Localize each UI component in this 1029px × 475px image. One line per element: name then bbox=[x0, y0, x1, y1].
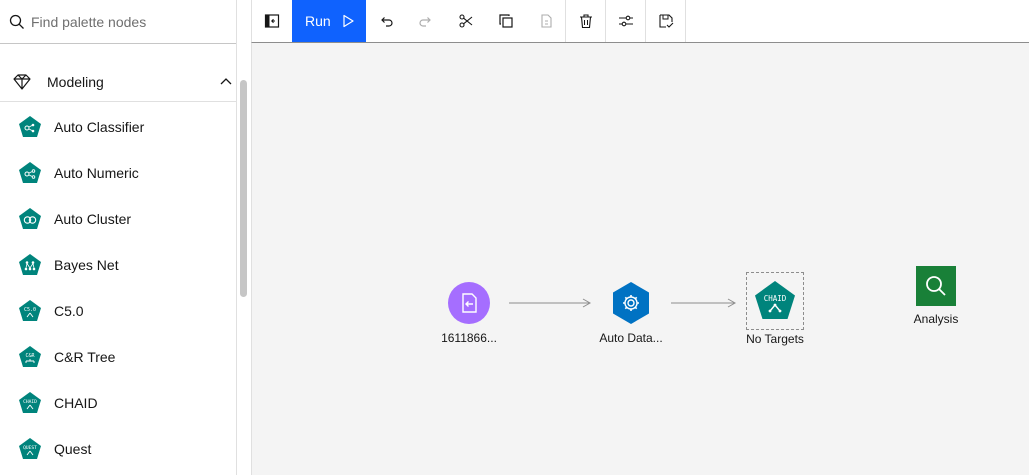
palette-scrollbar[interactable] bbox=[240, 80, 247, 297]
palette-item-quest[interactable]: QUEST Quest bbox=[0, 426, 236, 472]
auto-classifier-icon bbox=[19, 116, 41, 137]
cr-tree-icon: C&R bbox=[19, 346, 41, 367]
category-modeling[interactable]: Modeling bbox=[0, 62, 236, 102]
save-button[interactable] bbox=[646, 0, 686, 42]
undo-icon bbox=[381, 17, 393, 27]
bayes-net-icon bbox=[19, 254, 41, 275]
data-import-icon bbox=[448, 282, 490, 324]
palette-item-label: CHAID bbox=[54, 395, 98, 411]
palette-item-auto-numeric[interactable]: Auto Numeric bbox=[0, 150, 236, 196]
toggle-palette-button[interactable] bbox=[252, 0, 292, 42]
flow-links bbox=[509, 298, 737, 308]
category-label: Modeling bbox=[47, 73, 104, 90]
paste-button[interactable] bbox=[526, 0, 566, 42]
search-divider bbox=[0, 43, 236, 44]
quest-glyph: QUEST bbox=[23, 445, 37, 451]
palette-panel: Modeling Auto Classifier Auto Numeric bbox=[0, 0, 237, 475]
panel-toggle-icon bbox=[264, 14, 280, 28]
chaid-node-icon: CHAID bbox=[755, 281, 795, 319]
canvas-toolbar: Run bbox=[251, 0, 1029, 43]
palette-item-label: Bayes Net bbox=[54, 257, 119, 273]
auto-data-gear-icon bbox=[613, 282, 649, 324]
palette-item-label: C&R Tree bbox=[54, 349, 116, 365]
palette-item-bayes-net[interactable]: Bayes Net bbox=[0, 242, 236, 288]
scissors-icon bbox=[459, 14, 473, 28]
node-chaid[interactable]: CHAID No Targets bbox=[723, 272, 827, 346]
redo-icon bbox=[419, 17, 431, 27]
node-analysis[interactable]: Analysis bbox=[884, 266, 988, 326]
node-caption: 1611866... bbox=[441, 331, 497, 345]
diamond-icon bbox=[13, 73, 31, 90]
paste-icon bbox=[540, 14, 552, 28]
copy-button[interactable] bbox=[486, 0, 526, 42]
run-label: Run bbox=[305, 13, 331, 29]
search-input[interactable] bbox=[31, 13, 231, 30]
cut-button[interactable] bbox=[446, 0, 486, 42]
palette-item-label: Auto Numeric bbox=[54, 165, 139, 181]
auto-cluster-icon bbox=[19, 208, 41, 229]
palette-item-label: Auto Classifier bbox=[54, 119, 145, 135]
analysis-magnifier-icon bbox=[916, 266, 956, 306]
settings-button[interactable] bbox=[606, 0, 646, 42]
flow-canvas[interactable]: 1611866... Auto Data... CHAID No Targets bbox=[251, 43, 1029, 475]
node-caption: No Targets bbox=[746, 332, 804, 346]
chaid-glyph: CHAID bbox=[23, 399, 37, 405]
node-auto-data[interactable]: Auto Data... bbox=[579, 281, 683, 345]
chaid-icon: CHAID bbox=[19, 392, 41, 413]
c50-glyph: C5.0 bbox=[24, 307, 36, 313]
palette-item-cr-tree[interactable]: C&R C&R Tree bbox=[0, 334, 236, 380]
delete-button[interactable] bbox=[566, 0, 606, 42]
palette-node-list: Auto Classifier Auto Numeric Auto Cluste… bbox=[0, 104, 236, 472]
palette-item-chaid[interactable]: CHAID CHAID bbox=[0, 380, 236, 426]
chevron-up-icon[interactable] bbox=[218, 74, 234, 90]
trash-icon bbox=[579, 14, 592, 29]
copy-icon bbox=[499, 14, 513, 28]
palette-item-auto-cluster[interactable]: Auto Cluster bbox=[0, 196, 236, 242]
palette-item-c50[interactable]: C5.0 C5.0 bbox=[0, 288, 236, 334]
sliders-icon bbox=[618, 15, 633, 27]
palette-search bbox=[0, 0, 236, 43]
quest-icon: QUEST bbox=[19, 438, 41, 459]
cr-tree-glyph: C&R bbox=[25, 353, 35, 359]
palette-item-label: Auto Cluster bbox=[54, 211, 132, 227]
chaid-node-glyph: CHAID bbox=[764, 294, 787, 303]
palette-item-label: Quest bbox=[54, 441, 92, 457]
node-selection-box: CHAID bbox=[746, 272, 804, 330]
play-icon bbox=[343, 14, 354, 28]
save-icon bbox=[658, 14, 673, 28]
undo-button[interactable] bbox=[366, 0, 406, 42]
run-button[interactable]: Run bbox=[292, 0, 366, 42]
node-source[interactable]: 1611866... bbox=[417, 281, 521, 345]
c50-icon: C5.0 bbox=[19, 300, 41, 321]
palette-item-label: C5.0 bbox=[54, 303, 84, 319]
search-icon bbox=[9, 14, 24, 29]
redo-button[interactable] bbox=[406, 0, 446, 42]
node-caption: Auto Data... bbox=[599, 331, 663, 345]
palette-item-auto-classifier[interactable]: Auto Classifier bbox=[0, 104, 236, 150]
node-caption: Analysis bbox=[913, 312, 959, 326]
auto-numeric-icon bbox=[19, 162, 41, 183]
